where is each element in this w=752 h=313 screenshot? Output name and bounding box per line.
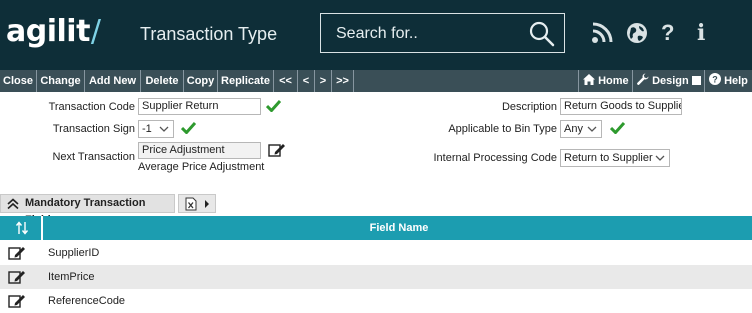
- close-button[interactable]: Close: [0, 70, 37, 92]
- next-transaction-description: Average Price Adjustment: [138, 161, 265, 173]
- app-logo[interactable]: agilit/: [6, 14, 101, 49]
- toolbar: Close Change Add New Delete Copy Replica…: [0, 70, 752, 92]
- search-box[interactable]: Search for..: [320, 13, 565, 53]
- edit-icon[interactable]: [8, 269, 26, 288]
- field-name-cell: ItemPrice: [48, 271, 95, 283]
- page-title: Transaction Type: [140, 24, 278, 44]
- internal-processing-code-value: Return to Supplier: [564, 152, 653, 164]
- chevron-down-icon: [159, 123, 169, 139]
- next-transaction-label: Next Transaction: [52, 151, 135, 163]
- chevron-down-icon: [587, 123, 597, 139]
- internal-processing-code-label: Internal Processing Code: [433, 152, 557, 164]
- chevron-down-icon: [655, 152, 665, 168]
- description-field[interactable]: Return Goods to Supplier: [560, 98, 682, 115]
- table-header: Field Name: [0, 216, 752, 240]
- search-input[interactable]: Search for..: [336, 25, 418, 43]
- first-record-button[interactable]: <<: [274, 70, 298, 92]
- help-label: Help: [724, 75, 748, 87]
- transaction-sign-select[interactable]: -1: [138, 120, 174, 138]
- home-icon: [583, 74, 595, 85]
- transaction-sign-valid-icon: [180, 121, 197, 137]
- svg-text:?: ?: [712, 75, 718, 85]
- transaction-code-field[interactable]: Supplier Return: [138, 98, 261, 115]
- caret-right-icon[interactable]: [204, 200, 210, 208]
- transaction-sign-value: -1: [142, 123, 152, 135]
- collapse-icon[interactable]: [7, 198, 19, 210]
- copy-button[interactable]: Copy: [184, 70, 218, 92]
- bin-type-select[interactable]: Any: [560, 120, 602, 138]
- edit-next-transaction-icon[interactable]: [268, 142, 286, 161]
- field-name-cell: SupplierID: [48, 247, 100, 259]
- info-icon[interactable]: i: [697, 20, 705, 46]
- bin-type-valid-icon: [609, 121, 626, 137]
- home-label: Home: [598, 75, 629, 87]
- add-new-button[interactable]: Add New: [85, 70, 141, 92]
- description-label: Description: [501, 101, 557, 113]
- bin-type-value: Any: [564, 123, 583, 135]
- bin-type-label: Applicable to Bin Type: [448, 123, 557, 135]
- export-excel-tab[interactable]: [178, 194, 216, 213]
- help-circle-icon: ?: [709, 73, 721, 85]
- design-toggle-checkbox[interactable]: [691, 76, 701, 85]
- previous-record-button[interactable]: <: [298, 70, 315, 92]
- field-name-cell: ReferenceCode: [48, 295, 126, 307]
- help-icon[interactable]: ?: [661, 20, 674, 46]
- delete-button[interactable]: Delete: [141, 70, 184, 92]
- sort-column-header[interactable]: [1, 216, 43, 240]
- internal-processing-code-select[interactable]: Return to Supplier: [560, 149, 670, 167]
- last-record-button[interactable]: >>: [332, 70, 354, 92]
- replicate-button[interactable]: Replicate: [218, 70, 274, 92]
- search-icon[interactable]: [528, 20, 556, 51]
- transaction-code-label: Transaction Code: [48, 101, 135, 113]
- transaction-sign-label: Transaction Sign: [52, 123, 135, 135]
- mandatory-fields-tab[interactable]: Mandatory Transaction Fields: [0, 194, 175, 226]
- transaction-code-valid-icon: [265, 99, 282, 115]
- rss-icon[interactable]: [591, 22, 613, 47]
- change-button[interactable]: Change: [37, 70, 85, 92]
- table-row[interactable]: ReferenceCode: [0, 289, 752, 313]
- design-button[interactable]: Design: [632, 70, 704, 92]
- next-record-button[interactable]: >: [315, 70, 332, 92]
- edit-icon[interactable]: [8, 293, 26, 312]
- table-row[interactable]: SupplierID: [0, 241, 752, 265]
- logo-slash-icon: /: [90, 14, 101, 49]
- logo-text: agilit: [6, 14, 90, 49]
- wrench-icon: [637, 73, 649, 85]
- home-button[interactable]: Home: [578, 70, 632, 92]
- field-name-column-header[interactable]: Field Name: [46, 216, 752, 240]
- sort-icon[interactable]: [15, 221, 29, 235]
- globe-icon[interactable]: [626, 22, 648, 47]
- table-row[interactable]: ItemPrice: [0, 265, 752, 289]
- app-header: agilit/ Transaction Type Search for.. ? …: [0, 0, 752, 70]
- help-button[interactable]: ? Help: [704, 70, 752, 92]
- design-label: Design: [652, 75, 689, 87]
- excel-export-icon[interactable]: [184, 197, 198, 211]
- edit-icon[interactable]: [8, 245, 26, 264]
- next-transaction-field[interactable]: Price Adjustment: [138, 142, 261, 159]
